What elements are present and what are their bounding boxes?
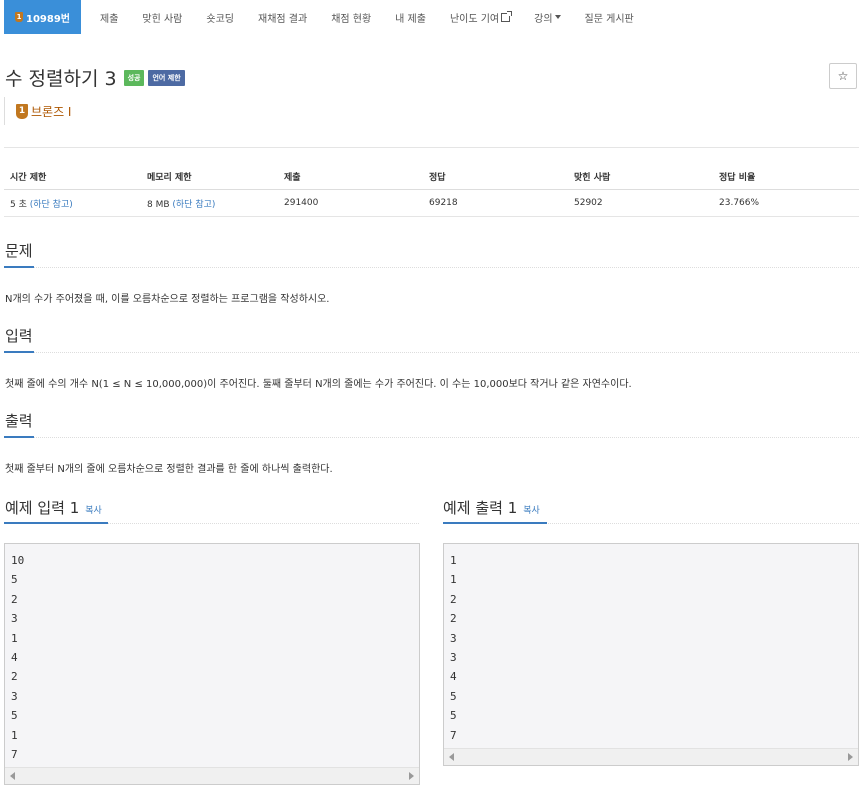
code-line: 3 (450, 650, 457, 664)
sample-input-box[interactable]: 10 5 2 3 1 4 2 3 5 1 7 (4, 543, 420, 785)
header-solvers: 맞힌 사람 (568, 163, 713, 190)
sample-input-heading: 예제 입력 1 복사 (5, 497, 102, 518)
nav-short-coding[interactable]: 숏코딩 (194, 0, 246, 34)
section-underline (4, 351, 34, 353)
table-row: 5 초 (하단 참고) 8 MB (하단 참고) 291400 69218 52… (4, 189, 859, 217)
time-limit-note-link[interactable]: (하단 참고) (30, 200, 73, 210)
section-divider (4, 437, 859, 438)
input-description: 첫째 줄에 수의 개수 N(1 ≤ N ≤ 10,000,000)이 주어진다.… (5, 379, 632, 390)
sample-output-box[interactable]: 1 1 2 2 3 3 4 5 5 7 (443, 543, 859, 766)
solvers-value: 52902 (568, 189, 713, 217)
problem-number-label: 10989번 (26, 13, 70, 25)
page-title: 수 정렬하기 3 (5, 68, 117, 90)
section-underline (4, 266, 34, 268)
sample-output-heading: 예제 출력 1 복사 (443, 497, 540, 518)
input-section-heading: 입력 (5, 327, 33, 345)
horizontal-scrollbar[interactable] (5, 767, 419, 784)
code-line: 2 (11, 592, 18, 606)
difficulty-label: 난이도 기여 (449, 13, 500, 25)
code-line: 4 (11, 650, 18, 664)
code-line: 3 (450, 631, 457, 645)
star-icon: ☆ (837, 69, 849, 83)
code-line: 7 (450, 728, 457, 742)
accepted-value: 69218 (423, 189, 568, 217)
table-header-row: 시간 제한 메모리 제한 제출 정답 맞힌 사람 정답 비율 (4, 163, 859, 190)
code-line: 1 (450, 554, 457, 567)
scroll-right-icon[interactable] (848, 753, 853, 761)
code-line: 5 (450, 709, 457, 723)
code-line: 2 (11, 670, 18, 684)
code-line: 2 (450, 592, 457, 606)
problem-info-table: 시간 제한 메모리 제한 제출 정답 맞힌 사람 정답 비율 5 초 (하단 참… (4, 163, 859, 217)
scroll-left-icon[interactable] (449, 753, 454, 761)
output-section-heading: 출력 (5, 412, 33, 430)
code-line: 1 (11, 728, 18, 742)
time-limit-value: 5 초 (10, 199, 30, 210)
memory-limit-value: 8 MB (147, 199, 173, 210)
caret-down-icon (554, 15, 561, 19)
header-memory-limit: 메모리 제한 (141, 163, 278, 190)
copy-input-button[interactable]: 복사 (85, 506, 102, 516)
problem-title-row: 수 정렬하기 3 성공 언어 제한 (5, 64, 185, 91)
code-line: 5 (11, 573, 18, 587)
code-line: 5 (11, 709, 18, 723)
code-line: 2 (450, 612, 457, 626)
code-line: 10 (11, 554, 25, 567)
lectures-label: 강의 (534, 13, 553, 25)
nav-question-board[interactable]: 질문 게시판 (573, 0, 646, 34)
problem-section-heading: 문제 (5, 242, 33, 260)
horizontal-scrollbar[interactable] (444, 748, 858, 765)
success-badge: 성공 (123, 69, 145, 86)
tier-label[interactable]: 브론즈 I (31, 103, 71, 120)
submissions-value: 291400 (278, 189, 423, 217)
code-line: 4 (450, 670, 457, 684)
bronze-tier-icon: 1 (15, 12, 23, 22)
section-underline (443, 522, 547, 524)
scroll-left-icon[interactable] (10, 772, 15, 780)
code-line: 3 (11, 612, 18, 626)
top-nav: 1 10989번 제출 맞힌 사람 숏코딩 재채점 결과 채점 현황 내 제출 … (4, 0, 646, 34)
sample-output-lines: 1 1 2 2 3 3 4 5 5 7 (450, 551, 457, 745)
language-restriction-badge: 언어 제한 (148, 69, 185, 86)
time-limit-cell: 5 초 (하단 참고) (4, 189, 141, 217)
code-line: 3 (11, 689, 18, 703)
code-line: 7 (11, 747, 18, 761)
nav-difficulty-contribution[interactable]: 난이도 기여 (438, 0, 522, 34)
external-link-icon (501, 10, 513, 22)
output-description: 첫째 줄부터 N개의 줄에 오름차순으로 정렬한 결과를 한 줄에 하나씩 출력… (5, 464, 333, 475)
header-ratio: 정답 비율 (713, 163, 859, 190)
nav-status[interactable]: 채점 현황 (319, 0, 383, 34)
code-line: 1 (450, 573, 457, 587)
header-time-limit: 시간 제한 (4, 163, 141, 190)
nav-rejudge-results[interactable]: 재채점 결과 (246, 0, 319, 34)
scroll-right-icon[interactable] (409, 772, 414, 780)
section-divider (4, 352, 859, 353)
copy-output-button[interactable]: 복사 (523, 506, 540, 516)
sample-input-title: 예제 입력 1 (5, 499, 80, 517)
memory-limit-note-link[interactable]: (하단 참고) (172, 200, 215, 210)
nav-lectures-dropdown[interactable]: 강의 (522, 0, 572, 34)
favorite-star-button[interactable]: ☆ (829, 63, 857, 89)
section-divider (4, 267, 859, 268)
nav-solvers[interactable]: 맞힌 사람 (130, 0, 194, 34)
header-accepted: 정답 (423, 163, 568, 190)
divider (4, 147, 859, 148)
section-underline (4, 522, 108, 524)
memory-limit-cell: 8 MB (하단 참고) (141, 189, 278, 217)
code-line: 5 (450, 689, 457, 703)
problem-description: N개의 수가 주어졌을 때, 이를 오름차순으로 정렬하는 프로그램을 작성하시… (5, 294, 330, 305)
header-submissions: 제출 (278, 163, 423, 190)
nav-submit[interactable]: 제출 (88, 0, 130, 34)
tier-row: 1 브론즈 I (4, 97, 71, 125)
ratio-value: 23.766% (713, 189, 859, 217)
nav-problem-number[interactable]: 1 10989번 (4, 0, 81, 34)
nav-my-submissions[interactable]: 내 제출 (383, 0, 438, 34)
bronze-tier-icon: 1 (16, 103, 28, 119)
section-underline (4, 436, 34, 438)
sample-input-lines: 10 5 2 3 1 4 2 3 5 1 7 (11, 551, 24, 764)
code-line: 1 (11, 631, 18, 645)
sample-output-title: 예제 출력 1 (443, 499, 518, 517)
